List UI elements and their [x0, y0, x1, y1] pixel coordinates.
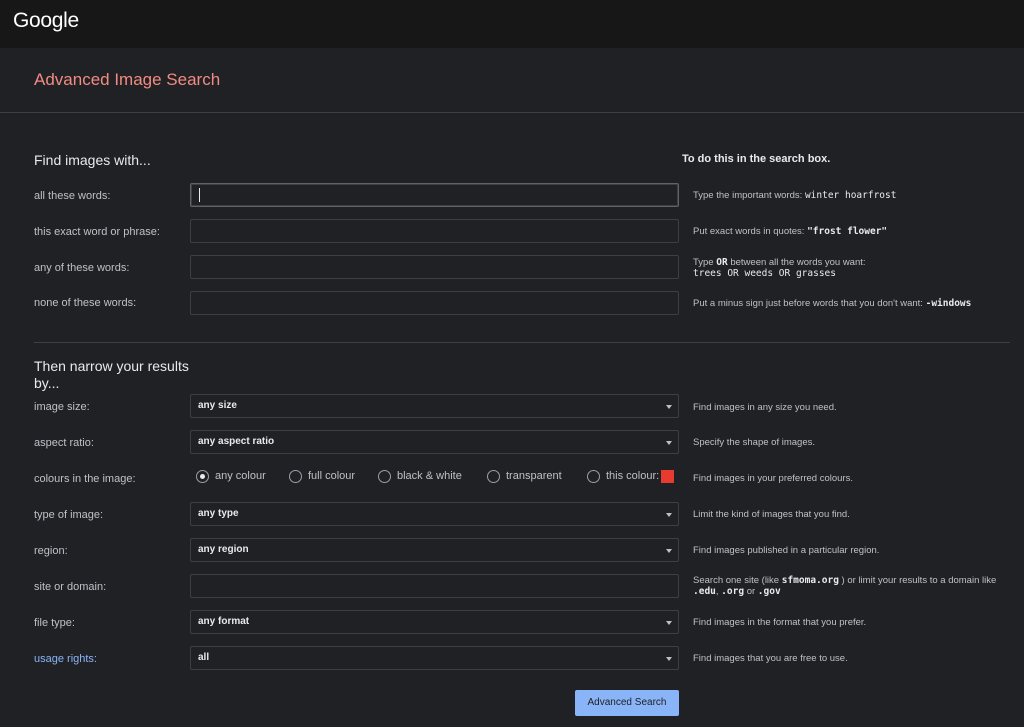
radio-label: full colour: [308, 470, 356, 482]
usage-rights-value: all: [198, 652, 210, 663]
find-section-heading: Find images with...: [34, 152, 151, 168]
region-label: region:: [34, 545, 68, 557]
hint-example: .edu: [693, 586, 716, 597]
text-caret: [199, 188, 200, 202]
image-type-hint: Limit the kind of images that you find.: [693, 509, 850, 520]
radio-label: transparent: [506, 470, 562, 482]
image-size-hint: Find images in any size you need.: [693, 402, 837, 413]
radio-unselected-icon: [487, 470, 500, 483]
site-input[interactable]: [190, 574, 679, 598]
hint-text: Type the important words:: [693, 190, 805, 201]
hint-example: trees OR weeds OR grasses: [693, 268, 836, 279]
file-type-select[interactable]: any format: [190, 610, 679, 634]
hint-text: Put exact words in quotes:: [693, 226, 808, 237]
header-divider: [0, 112, 1024, 113]
radio-label: this colour:: [606, 470, 660, 482]
usage-rights-link[interactable]: usage rights:: [34, 653, 97, 665]
dropdown-arrow-icon: [666, 657, 672, 661]
hint-column-heading: To do this in the search box.: [682, 153, 831, 165]
page-title: Advanced Image Search: [34, 70, 221, 89]
colour-swatch[interactable]: [661, 470, 674, 483]
narrow-heading-line1: Then narrow your results: [34, 358, 189, 374]
radio-unselected-icon: [289, 470, 302, 483]
radio-label: any colour: [215, 470, 266, 482]
file-type-hint: Find images in the format that you prefe…: [693, 617, 867, 628]
exact-phrase-hint: Put exact words in quotes: "frost flower…: [693, 226, 1018, 237]
dropdown-arrow-icon: [666, 621, 672, 625]
narrow-section-heading: Then narrow your results by...: [34, 358, 189, 392]
any-words-input[interactable]: [190, 255, 679, 279]
aspect-ratio-value: any aspect ratio: [198, 436, 275, 447]
hint-example: winter hoarfrost: [804, 190, 897, 201]
region-value: any region: [198, 544, 249, 555]
hint-example: "frost flower": [807, 226, 888, 237]
dropdown-arrow-icon: [666, 405, 672, 409]
colours-label: colours in the image:: [34, 473, 136, 485]
aspect-ratio-label: aspect ratio:: [34, 437, 94, 449]
file-type-value: any format: [198, 616, 250, 627]
none-words-hint: Put a minus sign just before words that …: [693, 298, 1018, 309]
top-bar: Google: [0, 0, 1024, 48]
section-divider: [34, 342, 1010, 343]
dropdown-arrow-icon: [666, 513, 672, 517]
hint-example: sfmoma.org: [781, 575, 839, 586]
hint-text: Put a minus sign just before words that …: [693, 298, 926, 309]
exact-phrase-label: this exact word or phrase:: [34, 226, 160, 238]
aspect-ratio-hint: Specify the shape of images.: [693, 437, 815, 448]
radio-unselected-icon: [587, 470, 600, 483]
hint-example: .org: [721, 586, 745, 597]
region-select[interactable]: any region: [190, 538, 679, 562]
image-type-value: any type: [198, 508, 239, 519]
image-size-label: image size:: [34, 401, 90, 413]
all-words-hint: Type the important words: winter hoarfro…: [693, 190, 1018, 201]
site-hint: Search one site (like sfmoma.org ) or li…: [693, 575, 1018, 597]
narrow-heading-line2: by...: [34, 375, 60, 391]
hint-text: Type: [693, 257, 717, 268]
image-size-select[interactable]: any size: [190, 394, 679, 418]
any-words-hint: Type OR between all the words you want: …: [693, 257, 1018, 279]
dropdown-arrow-icon: [666, 549, 672, 553]
google-logo[interactable]: Google: [13, 9, 79, 33]
hint-text: between all the words you want:: [727, 257, 866, 268]
all-words-label: all these words:: [34, 190, 111, 202]
image-size-value: any size: [198, 400, 237, 411]
hint-text: Search one site (like: [693, 575, 782, 586]
colours-hint: Find images in your preferred colours.: [693, 473, 853, 484]
hint-text: or: [744, 586, 758, 597]
radio-unselected-icon: [378, 470, 391, 483]
none-words-input[interactable]: [190, 291, 679, 315]
hint-example: -windows: [925, 298, 972, 309]
exact-phrase-input[interactable]: [190, 219, 679, 243]
hint-text: ) or limit your results to a domain like: [838, 575, 997, 586]
none-words-label: none of these words:: [34, 297, 137, 309]
region-hint: Find images published in a particular re…: [693, 545, 880, 556]
hint-example: .gov: [757, 586, 781, 597]
all-words-input[interactable]: [190, 183, 679, 207]
aspect-ratio-select[interactable]: any aspect ratio: [190, 430, 679, 454]
usage-rights-select[interactable]: all: [190, 646, 679, 670]
advanced-search-button[interactable]: Advanced Search: [575, 690, 679, 716]
radio-label: black & white: [397, 470, 462, 482]
file-type-label: file type:: [34, 617, 75, 629]
image-type-label: type of image:: [34, 509, 104, 521]
site-label: site or domain:: [34, 581, 107, 593]
image-type-select[interactable]: any type: [190, 502, 679, 526]
hint-or-keyword: OR: [716, 257, 728, 268]
dropdown-arrow-icon: [666, 441, 672, 445]
any-words-label: any of these words:: [34, 262, 130, 274]
radio-selected-icon: [196, 470, 209, 483]
usage-rights-hint: Find images that you are free to use.: [693, 653, 848, 664]
